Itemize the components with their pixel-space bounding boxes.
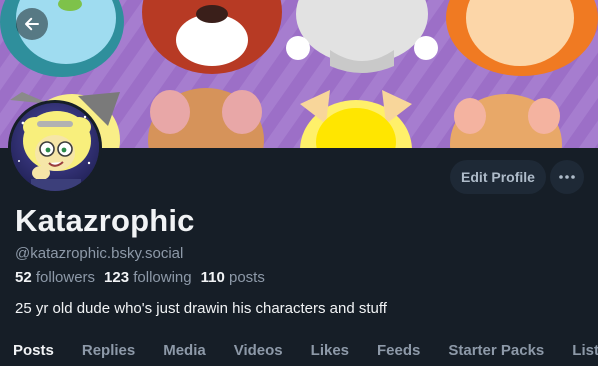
profile-stats: 52 followers 123 following 110 posts — [15, 269, 265, 286]
profile-tabs: Posts Replies Media Videos Likes Feeds S… — [0, 334, 598, 366]
posts-stat: 110 posts — [201, 269, 265, 286]
followers-link[interactable]: 52 followers — [15, 269, 95, 286]
tab-replies[interactable]: Replies — [68, 334, 149, 366]
posts-label: posts — [229, 269, 265, 286]
tab-starter-packs[interactable]: Starter Packs — [434, 334, 558, 366]
profile-handle: @katazrophic.bsky.social — [15, 245, 184, 262]
tab-videos[interactable]: Videos — [220, 334, 297, 366]
display-name: Katazrophic — [15, 203, 195, 238]
tab-posts[interactable]: Posts — [0, 334, 68, 366]
tab-lists[interactable]: Lists — [558, 334, 598, 366]
profile-bio: 25 yr old dude who's just drawin his cha… — [15, 300, 387, 317]
following-link[interactable]: 123 following — [104, 269, 192, 286]
ellipsis-icon — [559, 175, 575, 179]
arrow-left-icon — [25, 17, 39, 31]
more-options-button[interactable] — [550, 160, 584, 194]
avatar-image — [11, 103, 99, 191]
edit-profile-button[interactable]: Edit Profile — [450, 160, 546, 194]
following-label: following — [133, 269, 192, 286]
profile-page: Edit Profile Katazrophic @katazrophic.bs… — [0, 0, 598, 366]
followers-label: followers — [35, 269, 96, 286]
tab-feeds[interactable]: Feeds — [363, 334, 434, 366]
posts-count: 110 — [200, 269, 225, 286]
tab-likes[interactable]: Likes — [297, 334, 363, 366]
back-button[interactable] — [16, 8, 48, 40]
following-count: 123 — [104, 269, 130, 286]
tab-media[interactable]: Media — [149, 334, 220, 366]
followers-count: 52 — [15, 269, 32, 286]
avatar[interactable] — [8, 100, 102, 194]
